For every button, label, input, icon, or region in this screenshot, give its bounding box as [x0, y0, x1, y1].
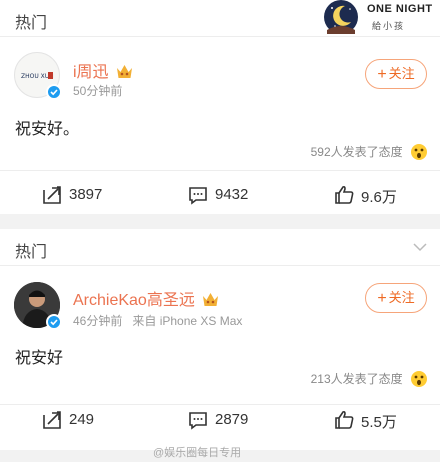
post-text: 祝安好 — [15, 350, 64, 367]
post-time: 50分钟前 — [73, 84, 123, 98]
reactions-text: 592人发表了态度 — [310, 145, 403, 159]
post-card: 热门 ArchieKao高圣远 46分钟前 来自 iPhone XS Max + 关… — [0, 229, 440, 450]
follow-button[interactable]: + 关注 — [365, 59, 427, 89]
verified-badge-icon — [46, 314, 62, 330]
username-text[interactable]: ArchieKao高圣远 — [73, 292, 195, 309]
repost-count: 249 — [69, 411, 95, 428]
section-header: 热门 — [0, 229, 440, 266]
section-header: 热门 ONE NIGHT 給小孩 — [0, 0, 440, 37]
divider — [0, 404, 440, 405]
post-meta: 50分钟前 — [73, 82, 122, 99]
vip-crown-icon — [117, 65, 133, 78]
comment-icon — [189, 412, 207, 430]
repost-icon — [43, 411, 61, 429]
plus-icon: + — [377, 66, 387, 83]
section-title: 热门 — [15, 15, 48, 32]
watermark: @娱乐圈每日专用 — [153, 447, 242, 459]
post-card: 热门 ONE NIGHT 給小孩 ZHOU XUN i周迅 50分钟前 + 关注… — [0, 0, 440, 214]
repost-icon — [43, 186, 61, 204]
one-night-banner[interactable]: ONE NIGHT 給小孩 — [323, 0, 432, 34]
follow-label: 关注 — [388, 290, 415, 305]
reactions-summary[interactable]: 213人发表了态度 — [311, 370, 428, 388]
banner-subtitle: 給小孩 — [372, 21, 406, 31]
like-count: 5.5万 — [361, 414, 397, 431]
follow-button[interactable]: + 关注 — [365, 283, 427, 313]
divider — [0, 170, 440, 171]
shocked-emoji-icon — [411, 144, 427, 160]
chevron-down-icon[interactable] — [412, 239, 428, 255]
username[interactable]: ArchieKao高圣远 — [73, 286, 219, 310]
comment-icon — [189, 187, 207, 205]
post-meta: 46分钟前 来自 iPhone XS Max — [73, 312, 242, 329]
reactions-summary[interactable]: 592人发表了态度 — [311, 143, 428, 161]
username[interactable]: i周迅 — [73, 58, 133, 82]
comment-count: 2879 — [215, 411, 249, 428]
reactions-text: 213人发表了态度 — [310, 372, 403, 386]
moon-banner-icon — [324, 0, 358, 34]
repost-count: 3897 — [69, 186, 103, 203]
vip-crown-icon — [203, 293, 219, 306]
comment-count: 9432 — [215, 186, 249, 203]
like-count: 9.6万 — [361, 189, 397, 206]
post-text: 祝安好。 — [15, 121, 80, 138]
post-source: 来自 iPhone XS Max — [132, 314, 243, 328]
verified-badge-icon — [46, 84, 62, 100]
section-title: 热门 — [15, 244, 48, 261]
like-icon — [335, 185, 354, 204]
plus-icon: + — [377, 290, 387, 307]
shocked-emoji-icon — [411, 371, 427, 387]
follow-label: 关注 — [388, 66, 415, 81]
like-icon — [335, 410, 354, 429]
banner-title: ONE NIGHT — [367, 3, 433, 15]
post-time: 46分钟前 — [73, 314, 123, 328]
username-text[interactable]: i周迅 — [73, 64, 109, 81]
